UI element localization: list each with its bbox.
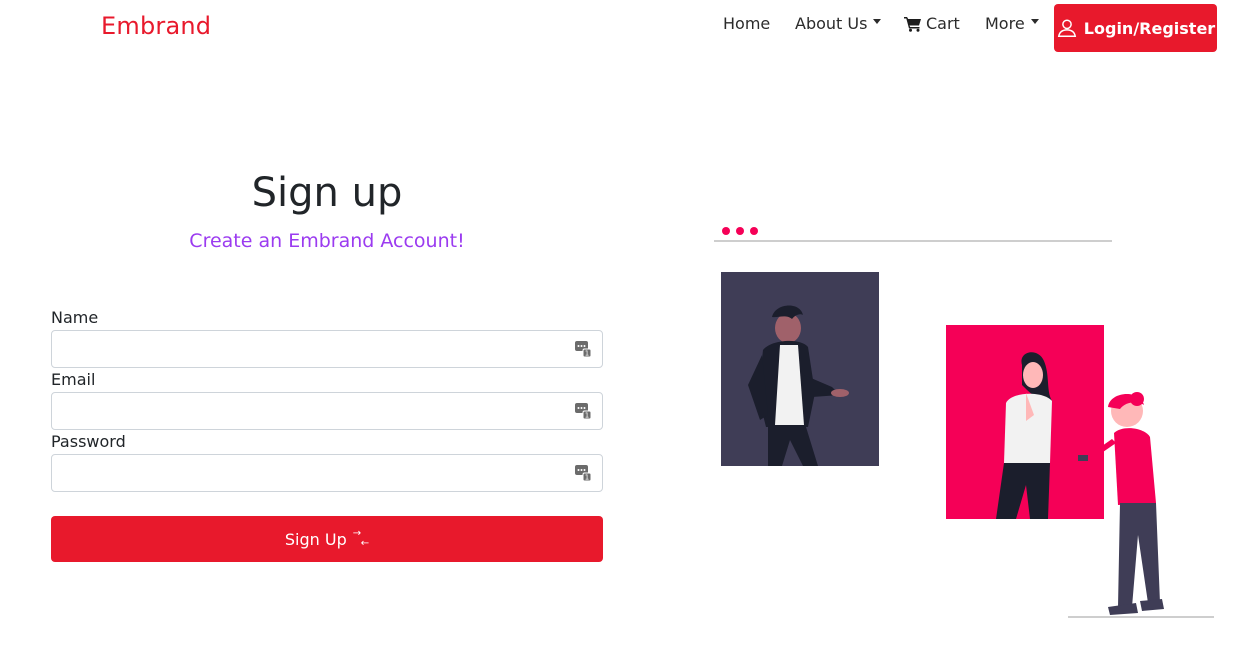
login-register-label: Login/Register [1083,18,1216,38]
page-subtitle: Create an Embrand Account! [189,230,465,252]
brand-logo[interactable]: Embrand [101,12,211,40]
login-register-button[interactable]: Login/Register [1054,4,1217,52]
man-figure [721,272,879,466]
autofill-icon: 1 [575,465,592,482]
page-title: Sign up [251,170,403,216]
nav-more-dropdown[interactable]: More [985,14,1039,33]
nav-home-label: Home [723,14,771,33]
svg-text:1: 1 [585,350,589,358]
password-label: Password [51,432,126,451]
svg-text:1: 1 [585,474,589,482]
nav-more-label: More [985,14,1025,33]
password-field-wrapper: 1 [51,454,603,492]
cart-icon [904,16,921,32]
name-label: Name [51,308,99,327]
password-input[interactable] [52,455,602,491]
name-input[interactable] [52,331,602,367]
autofill-icon: 1 [575,403,592,420]
autofill-icon: 1 [575,341,592,358]
woman-figure [946,325,1104,519]
svg-text:1: 1 [585,412,589,420]
signup-illustration [714,227,1214,618]
caret-down-icon [873,19,882,24]
navbar: Embrand Home About Us Cart More Login/Re… [0,0,1237,56]
nav-about-label: About Us [795,14,868,33]
email-field-wrapper: 1 [51,392,603,430]
email-label: Email [51,370,96,389]
email-input[interactable] [52,393,602,429]
signup-button-label: Sign Up [284,529,347,549]
swap-arrows-icon: → ← [352,528,370,549]
nav-about-dropdown[interactable]: About Us [795,14,882,33]
user-icon [1057,19,1076,37]
name-field-wrapper: 1 [51,330,603,368]
signup-button[interactable]: Sign Up → ← [51,516,603,562]
nav-cart-label: Cart [926,14,960,33]
nav-home[interactable]: Home [723,14,770,33]
nav-cart[interactable]: Cart [904,14,960,33]
browser-dots [722,227,758,235]
caret-down-icon [1030,19,1039,24]
